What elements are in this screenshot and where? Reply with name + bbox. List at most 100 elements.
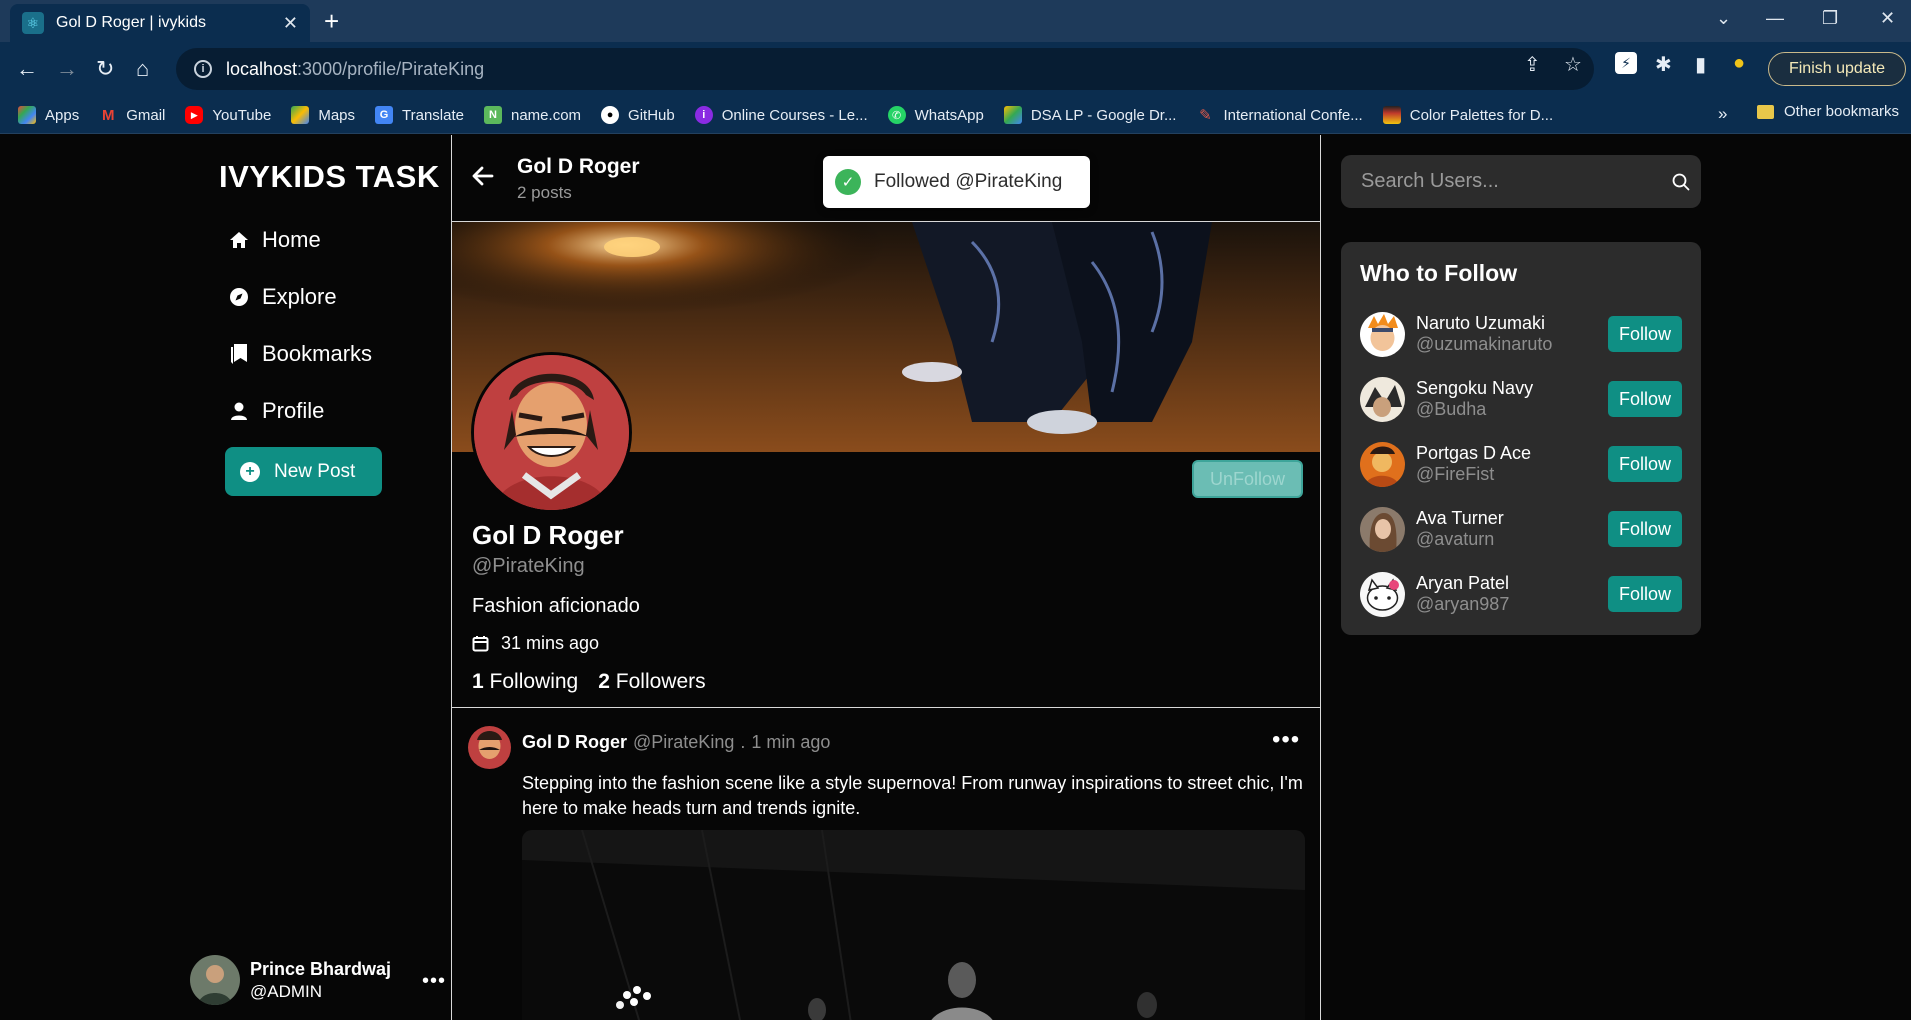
tab-search-icon[interactable]: ⌄	[1716, 8, 1731, 29]
post-timestamp: 1 min ago	[751, 732, 831, 752]
home-browser-icon[interactable]: ⌂	[136, 56, 149, 82]
bookmark-gmail[interactable]: M Gmail	[99, 106, 165, 124]
suggestion-item[interactable]: Ava Turner @avaturn Follow	[1360, 505, 1682, 553]
post-more-icon[interactable]: •••	[1272, 726, 1300, 754]
nav-home[interactable]: Home	[228, 227, 321, 253]
bookmark-online-courses[interactable]: i Online Courses - Le...	[694, 106, 868, 124]
main-column: Gol D Roger 2 posts ✓ Followed @PirateKi…	[451, 135, 1321, 1020]
youtube-icon: ▶	[185, 106, 204, 124]
suggestion-item[interactable]: Sengoku Navy @Budha Follow	[1360, 375, 1682, 423]
side-panel-icon[interactable]: ▮	[1695, 52, 1706, 77]
search-input[interactable]: Search Users...	[1361, 170, 1661, 193]
current-user-card[interactable]: Prince Bhardwaj @ADMIN	[190, 955, 391, 1005]
back-arrow-icon[interactable]	[472, 165, 494, 193]
courses-icon: i	[694, 106, 713, 124]
profile-avatar[interactable]	[471, 352, 632, 513]
suggestion-handle: @Budha	[1416, 399, 1487, 419]
minimize-icon[interactable]: —	[1766, 8, 1784, 29]
bookmark-label: Gmail	[126, 106, 166, 124]
reload-icon[interactable]: ↻	[96, 56, 114, 82]
nav-explore[interactable]: Explore	[228, 284, 337, 310]
suggestion-name: Aryan Patel	[1416, 573, 1510, 593]
bookmark-color-palettes[interactable]: Color Palettes for D...	[1382, 106, 1554, 124]
follow-button[interactable]: Follow	[1608, 381, 1682, 417]
browser-tab-bar: ⚛ Gol D Roger | ivykids ✕ + ⌄ — ❐ ✕	[0, 0, 1911, 42]
follow-button[interactable]: Follow	[1608, 576, 1682, 612]
follow-button[interactable]: Follow	[1608, 511, 1682, 547]
address-bar[interactable]: i localhost:3000/profile/PirateKing	[176, 48, 1594, 90]
suggestion-handle: @avaturn	[1416, 529, 1495, 549]
close-tab-icon[interactable]: ✕	[283, 13, 298, 34]
bookmarks-overflow-icon[interactable]: »	[1718, 104, 1727, 124]
post-author-avatar[interactable]	[468, 726, 511, 769]
new-tab-icon[interactable]: +	[324, 8, 339, 34]
other-bookmarks[interactable]: Other bookmarks	[1757, 103, 1899, 120]
profile-stats: 1 Following 2 Followers	[472, 670, 726, 694]
share-icon[interactable]: ⇪	[1524, 52, 1541, 77]
suggestion-avatar	[1360, 311, 1405, 357]
profile-joined: 31 mins ago	[472, 633, 599, 654]
profile-browser-icon[interactable]: ●	[1733, 52, 1745, 75]
restore-icon[interactable]: ❐	[1822, 8, 1838, 29]
puzzle-extensions-icon[interactable]: ✱	[1655, 52, 1672, 77]
who-to-follow-title: Who to Follow	[1360, 260, 1518, 286]
bookmark-namecom[interactable]: Nname.com	[484, 106, 581, 124]
bookmark-apps[interactable]: Apps	[18, 106, 79, 124]
gmail-icon: M	[101, 106, 115, 124]
bookmark-maps[interactable]: Maps	[291, 106, 355, 124]
following-stat[interactable]: 1 Following	[472, 670, 578, 694]
search-users[interactable]: Search Users...	[1341, 155, 1701, 208]
back-icon[interactable]: ←	[16, 56, 38, 82]
finish-update-button[interactable]: Finish update	[1768, 52, 1906, 86]
bookmark-dsa-drive[interactable]: DSA LP - Google Dr...	[1003, 106, 1176, 124]
bookmark-label: Apps	[45, 106, 80, 124]
bookmark-github[interactable]: ● GitHub	[601, 106, 675, 124]
more-options-icon[interactable]: •••	[422, 970, 446, 993]
followers-stat[interactable]: 2 Followers	[598, 670, 705, 694]
current-user-name: Prince Bhardwaj	[250, 958, 392, 979]
compass-icon	[228, 286, 250, 308]
follow-button[interactable]: Follow	[1608, 446, 1682, 482]
follow-toast: ✓ Followed @PirateKing	[823, 156, 1090, 208]
brand-title[interactable]: IVYKIDS TASK	[219, 159, 440, 195]
unfollow-button[interactable]: UnFollow	[1192, 460, 1303, 498]
extension-icon[interactable]: ⚡	[1615, 52, 1637, 74]
close-window-icon[interactable]: ✕	[1880, 8, 1895, 29]
followers-label: Followers	[615, 670, 706, 693]
bookmark-label: WhatsApp	[914, 106, 984, 124]
home-icon	[228, 229, 250, 251]
bookmark-international-conference[interactable]: ✎ International Confe...	[1196, 106, 1363, 125]
suggestion-item[interactable]: Aryan Patel @aryan987 Follow	[1360, 570, 1682, 618]
search-icon[interactable]	[1661, 173, 1701, 191]
suggestion-avatar	[1360, 571, 1405, 617]
bookmark-whatsapp[interactable]: ✆ WhatsApp	[887, 106, 984, 124]
bookmark-translate[interactable]: G Translate	[375, 106, 464, 124]
star-icon[interactable]: ☆	[1564, 52, 1582, 77]
suggestion-avatar	[1360, 376, 1405, 422]
following-label: Following	[489, 670, 579, 693]
bookmark-youtube[interactable]: ▶ YouTube	[185, 106, 271, 124]
nav-profile[interactable]: Profile	[228, 398, 324, 424]
github-icon: ●	[601, 106, 620, 124]
palette-icon	[1382, 106, 1401, 124]
nav-bookmarks[interactable]: Bookmarks	[228, 341, 372, 367]
toast-message: Followed @PirateKing	[874, 171, 1063, 192]
forward-icon[interactable]: →	[56, 56, 78, 82]
browser-tab[interactable]: ⚛ Gol D Roger | ivykids ✕	[10, 4, 310, 42]
post-text: Stepping into the fashion scene like a s…	[522, 773, 1303, 818]
react-favicon-icon: ⚛	[22, 12, 44, 34]
suggestion-item[interactable]: Portgas D Ace @FireFist Follow	[1360, 440, 1682, 488]
post-card[interactable]: Gol D Roger @PirateKing . 1 min ago ••• …	[452, 708, 1320, 1020]
follow-button[interactable]: Follow	[1608, 316, 1682, 352]
post-image[interactable]	[522, 830, 1305, 1020]
bookmark-label: Color Palettes for D...	[1409, 106, 1554, 124]
right-sidebar: Search Users... Who to Follow Naruto Uzu…	[1321, 135, 1911, 1020]
bookmark-label: Maps	[318, 106, 356, 124]
post-author-name[interactable]: Gol D Roger	[522, 732, 627, 753]
suggestion-handle: @aryan987	[1416, 594, 1510, 614]
site-info-icon[interactable]: i	[194, 60, 212, 78]
conference-icon: ✎	[1199, 107, 1212, 124]
suggestion-item[interactable]: Naruto Uzumaki @uzumakinaruto Follow	[1360, 310, 1682, 358]
calendar-icon	[472, 635, 489, 652]
new-post-button[interactable]: + New Post	[225, 447, 382, 496]
